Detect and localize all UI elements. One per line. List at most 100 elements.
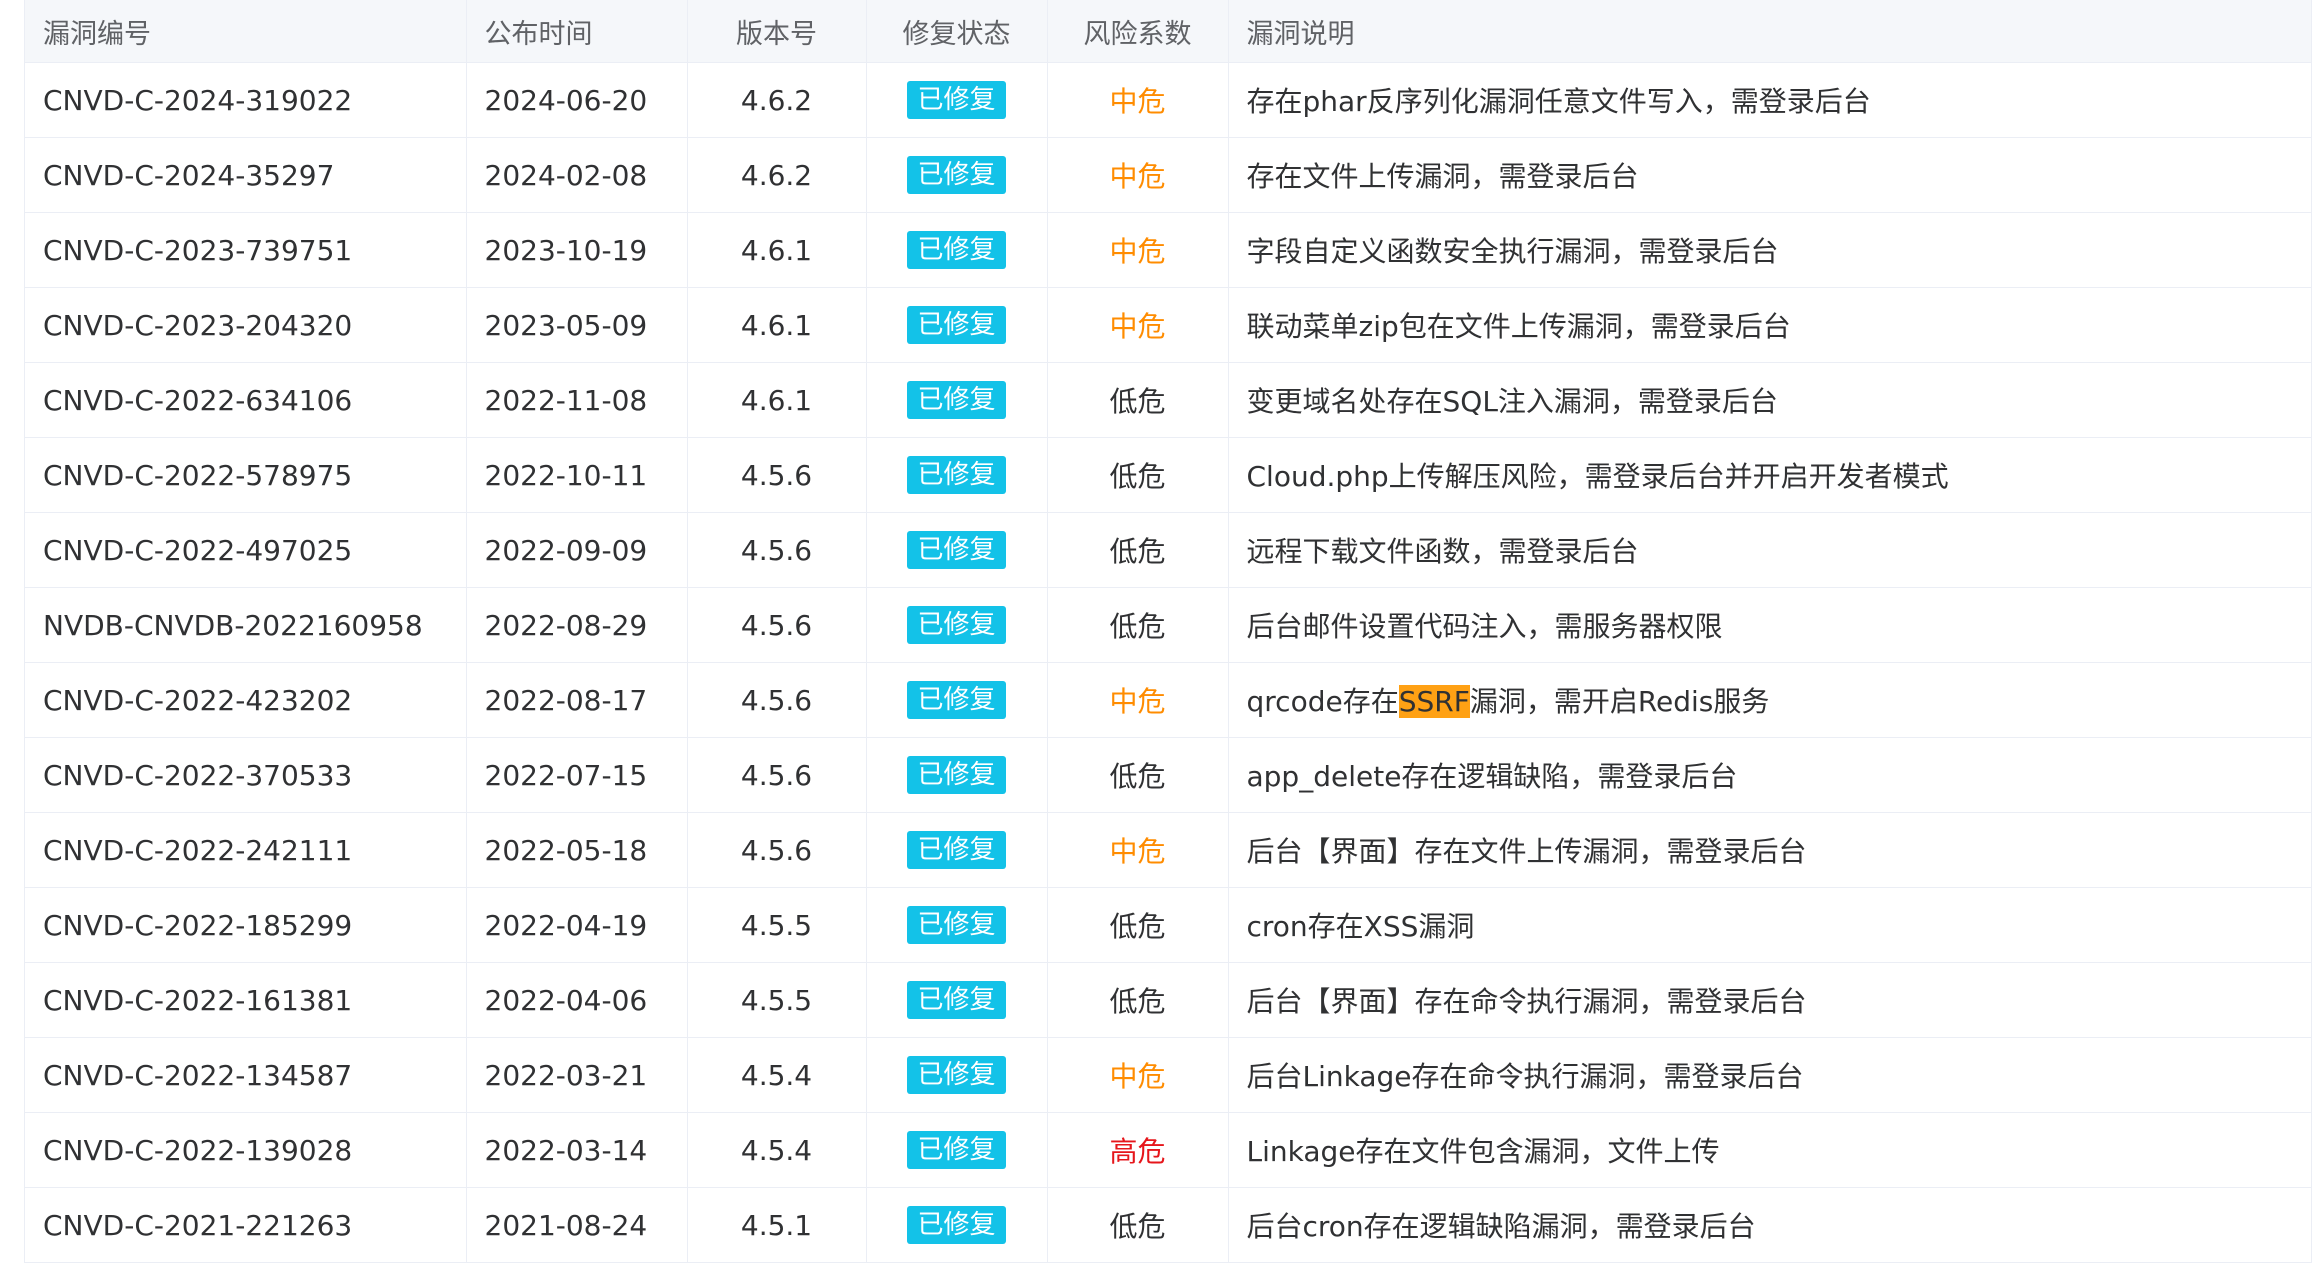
table-row: CNVD-C-2022-134587 2022-03-21 4.5.4 已修复 中危 后台…: [25, 1037, 2312, 1113]
cell-vuln-id: CNVD-C-2023-739751: [25, 212, 467, 288]
table-row: CNVD-C-2022-497025 2022-09-09 4.5.6 已修复 低危 远程…: [25, 512, 2312, 588]
table-body: CNVD-C-2024-319022 2024-06-20 4.6.2 已修复 中危 存在…: [25, 62, 2312, 1263]
cell-version: 4.6.2: [687, 137, 867, 213]
column-header-description: 漏洞说明: [1228, 0, 2312, 63]
cell-status: 已修复: [866, 362, 1048, 438]
status-badge: 已修复: [907, 231, 1006, 269]
cell-publish-date: 2022-09-09: [466, 512, 688, 588]
table-row: CNVD-C-2022-161381 2022-04-06 4.5.5 已修复 低危 后台…: [25, 962, 2312, 1038]
cell-vuln-id: CNVD-C-2022-185299: [25, 887, 467, 963]
status-badge: 已修复: [907, 1206, 1006, 1244]
table-row: CNVD-C-2024-319022 2024-06-20 4.6.2 已修复 中危 存在…: [25, 62, 2312, 138]
cell-version: 4.5.5: [687, 887, 867, 963]
cell-description: 存在phar反序列化漏洞任意文件写入，需登录后台: [1228, 62, 2312, 138]
table-row: CNVD-C-2022-185299 2022-04-19 4.5.5 已修复 低危 cr…: [25, 887, 2312, 963]
cell-status: 已修复: [866, 962, 1048, 1038]
table-row: CNVD-C-2021-221263 2021-08-24 4.5.1 已修复 低危 后台…: [25, 1187, 2312, 1263]
status-badge: 已修复: [907, 756, 1006, 794]
column-header-risk: 风险系数: [1047, 0, 1229, 63]
cell-vuln-id: CNVD-C-2022-423202: [25, 662, 467, 738]
cell-version: 4.5.5: [687, 962, 867, 1038]
cell-risk-level: 低危: [1047, 737, 1229, 813]
vulnerability-table: 漏洞编号 公布时间 版本号 修复状态 风险系数 漏洞说明 CNVD-C-2024…: [25, 0, 2312, 1263]
cell-risk-level: 低危: [1047, 362, 1229, 438]
status-badge: 已修复: [907, 831, 1006, 869]
table-header: 漏洞编号 公布时间 版本号 修复状态 风险系数 漏洞说明: [25, 0, 2312, 63]
cell-version: 4.6.1: [687, 287, 867, 363]
table-row: CNVD-C-2022-578975 2022-10-11 4.5.6 已修复 低危 Cl…: [25, 437, 2312, 513]
table-row: CNVD-C-2022-634106 2022-11-08 4.6.1 已修复 低危 变更…: [25, 362, 2312, 438]
cell-vuln-id: CNVD-C-2022-139028: [25, 1112, 467, 1188]
cell-risk-level: 低危: [1047, 437, 1229, 513]
cell-status: 已修复: [866, 212, 1048, 288]
cell-description: 存在文件上传漏洞，需登录后台: [1228, 137, 2312, 213]
cell-risk-level: 高危: [1047, 1112, 1229, 1188]
cell-version: 4.6.2: [687, 62, 867, 138]
status-badge: 已修复: [907, 156, 1006, 194]
cell-status: 已修复: [866, 437, 1048, 513]
cell-status: 已修复: [866, 662, 1048, 738]
status-badge: 已修复: [907, 306, 1006, 344]
cell-publish-date: 2023-05-09: [466, 287, 688, 363]
cell-publish-date: 2024-06-20: [466, 62, 688, 138]
table-row: CNVD-C-2022-370533 2022-07-15 4.5.6 已修复 低危 ap…: [25, 737, 2312, 813]
cell-risk-level: 中危: [1047, 212, 1229, 288]
cell-vuln-id: CNVD-C-2022-497025: [25, 512, 467, 588]
cell-description: 后台Linkage存在命令执行漏洞，需登录后台: [1228, 1037, 2312, 1113]
highlighted-text: SSRF: [1398, 685, 1470, 718]
status-badge: 已修复: [907, 981, 1006, 1019]
cell-publish-date: 2022-08-29: [466, 587, 688, 663]
status-badge: 已修复: [907, 1131, 1006, 1169]
cell-publish-date: 2022-10-11: [466, 437, 688, 513]
cell-publish-date: 2024-02-08: [466, 137, 688, 213]
cell-version: 4.5.6: [687, 587, 867, 663]
table-row: CNVD-C-2022-423202 2022-08-17 4.5.6 已修复 中危 qr…: [25, 662, 2312, 738]
cell-status: 已修复: [866, 512, 1048, 588]
cell-vuln-id: CNVD-C-2022-242111: [25, 812, 467, 888]
cell-version: 4.5.6: [687, 812, 867, 888]
cell-description: 远程下载文件函数，需登录后台: [1228, 512, 2312, 588]
cell-vuln-id: CNVD-C-2022-161381: [25, 962, 467, 1038]
status-badge: 已修复: [907, 381, 1006, 419]
cell-risk-level: 低危: [1047, 962, 1229, 1038]
cell-status: 已修复: [866, 887, 1048, 963]
table-row: CNVD-C-2023-739751 2023-10-19 4.6.1 已修复 中危 字段…: [25, 212, 2312, 288]
cell-publish-date: 2022-11-08: [466, 362, 688, 438]
cell-version: 4.5.4: [687, 1112, 867, 1188]
cell-status: 已修复: [866, 587, 1048, 663]
cell-publish-date: 2022-04-06: [466, 962, 688, 1038]
cell-description: Linkage存在文件包含漏洞，文件上传: [1228, 1112, 2312, 1188]
cell-description: 后台cron存在逻辑缺陷漏洞，需登录后台: [1228, 1187, 2312, 1263]
cell-risk-level: 中危: [1047, 1037, 1229, 1113]
column-header-date: 公布时间: [466, 0, 688, 63]
cell-risk-level: 中危: [1047, 287, 1229, 363]
status-badge: 已修复: [907, 681, 1006, 719]
column-header-id: 漏洞编号: [25, 0, 467, 63]
cell-risk-level: 低危: [1047, 512, 1229, 588]
cell-description: 后台邮件设置代码注入，需服务器权限: [1228, 587, 2312, 663]
cell-publish-date: 2022-08-17: [466, 662, 688, 738]
cell-description: app_delete存在逻辑缺陷，需登录后台: [1228, 737, 2312, 813]
cell-publish-date: 2022-05-18: [466, 812, 688, 888]
vulnerability-table-container: 漏洞编号 公布时间 版本号 修复状态 风险系数 漏洞说明 CNVD-C-2024…: [24, 0, 2312, 1263]
status-badge: 已修复: [907, 456, 1006, 494]
cell-vuln-id: CNVD-C-2021-221263: [25, 1187, 467, 1263]
cell-version: 4.5.6: [687, 437, 867, 513]
status-badge: 已修复: [907, 906, 1006, 944]
cell-publish-date: 2022-03-21: [466, 1037, 688, 1113]
status-badge: 已修复: [907, 606, 1006, 644]
status-badge: 已修复: [907, 1056, 1006, 1094]
cell-vuln-id: CNVD-C-2022-634106: [25, 362, 467, 438]
table-row: CNVD-C-2022-242111 2022-05-18 4.5.6 已修复 中危 后台…: [25, 812, 2312, 888]
cell-description: 后台【界面】存在命令执行漏洞，需登录后台: [1228, 962, 2312, 1038]
cell-description: qrcode存在SSRF漏洞，需开启Redis服务: [1228, 662, 2312, 738]
table-row: CNVD-C-2024-35297 2024-02-08 4.6.2 已修复 中危 存在文…: [25, 137, 2312, 213]
cell-version: 4.5.6: [687, 737, 867, 813]
column-header-status: 修复状态: [866, 0, 1048, 63]
cell-status: 已修复: [866, 1187, 1048, 1263]
cell-status: 已修复: [866, 1112, 1048, 1188]
cell-status: 已修复: [866, 1037, 1048, 1113]
cell-risk-level: 中危: [1047, 812, 1229, 888]
cell-vuln-id: CNVD-C-2024-35297: [25, 137, 467, 213]
cell-risk-level: 中危: [1047, 662, 1229, 738]
